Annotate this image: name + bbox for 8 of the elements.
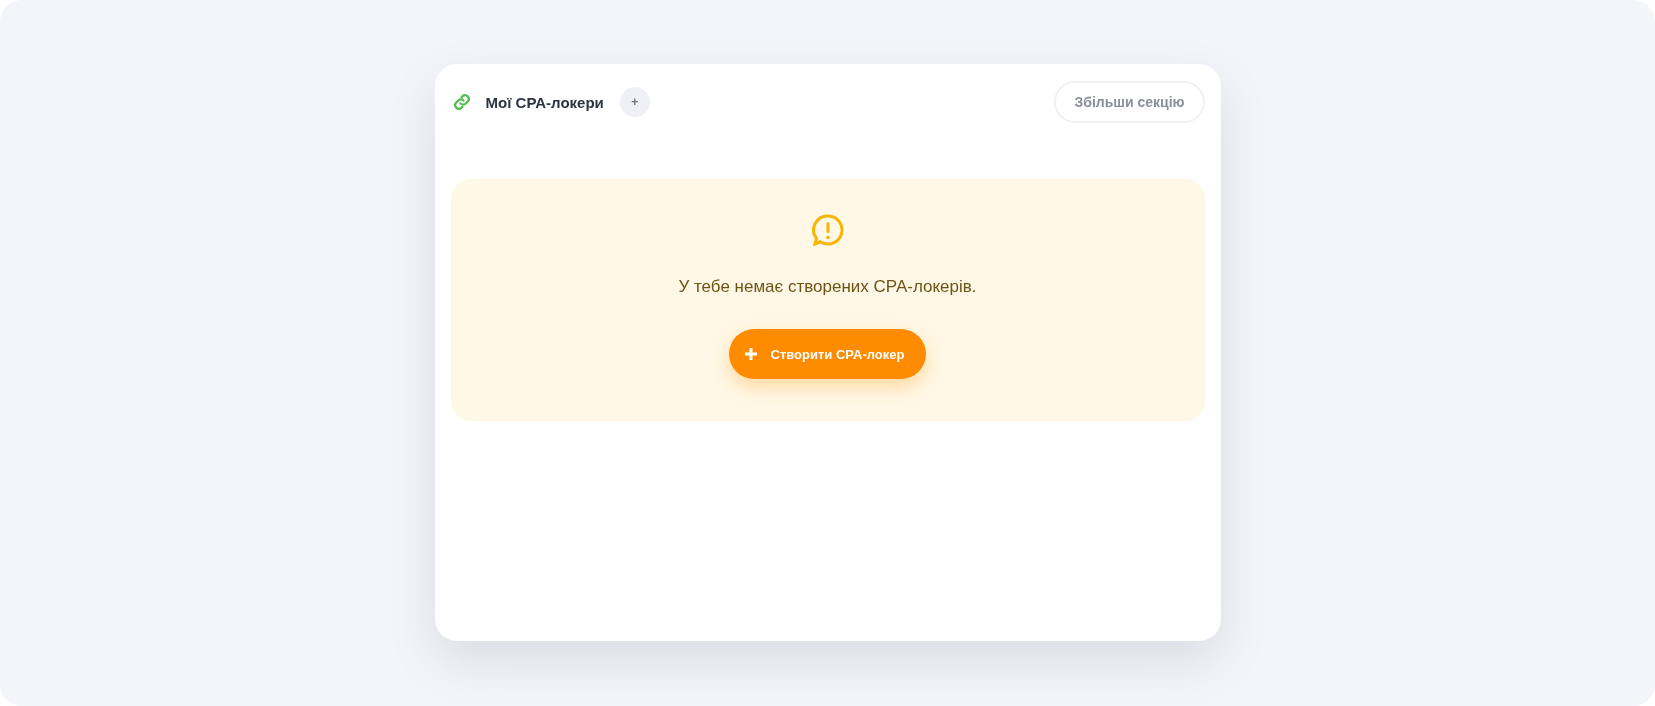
section-title: Мої CPA-локери xyxy=(485,93,604,111)
expand-section-button[interactable]: Збільши секцію xyxy=(1054,81,1205,123)
link-icon xyxy=(452,93,471,111)
plus-icon xyxy=(744,348,757,360)
alert-icon xyxy=(810,213,845,247)
add-button[interactable]: + xyxy=(619,87,650,117)
empty-message: У тебе немає створених CPA-локерів. xyxy=(678,277,977,297)
create-button[interactable]: Створити CPA-локер xyxy=(728,329,927,379)
